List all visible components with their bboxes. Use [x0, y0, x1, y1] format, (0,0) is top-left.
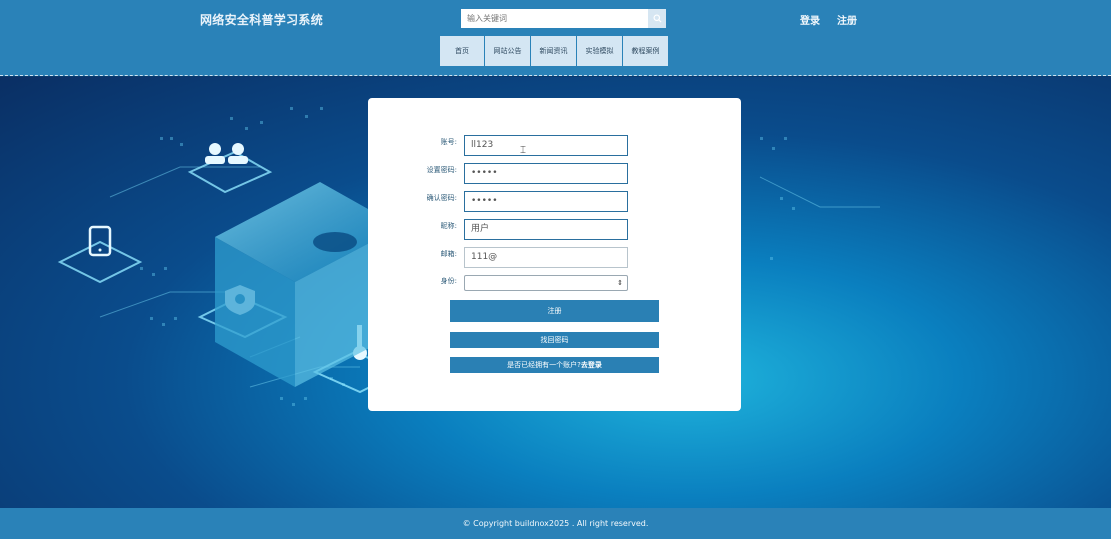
nav-item-home[interactable]: 首页 — [440, 36, 484, 66]
password-row: 设置密码: ••••• — [368, 163, 741, 184]
login-link-text: 去登录 — [580, 361, 602, 369]
email-label: 邮箱: — [440, 250, 457, 258]
site-footer: © Copyright buildnox2025 . All right res… — [0, 508, 1111, 539]
copyright-text: © Copyright buildnox2025 . All right res… — [462, 519, 649, 528]
register-button[interactable]: 注册 — [450, 300, 659, 322]
nickname-label: 昵称: — [440, 222, 457, 230]
confirm-password-input[interactable]: ••••• — [464, 191, 628, 212]
registration-card: 账号: ll123 设置密码: ••••• 确认密码: ••••• 昵称: 用户… — [368, 98, 741, 411]
search-input[interactable] — [461, 9, 648, 28]
account-label: 账号: — [440, 138, 457, 146]
search-icon — [652, 14, 662, 23]
main-nav: 首页 网站公告 新闻资讯 实验模拟 教程案例 — [440, 36, 668, 66]
user-group-icon — [205, 143, 248, 164]
password-label: 设置密码: — [426, 166, 457, 174]
login-link[interactable]: 登录 — [800, 12, 820, 27]
email-row: 邮箱: 111@ — [368, 247, 741, 268]
nickname-input[interactable]: 用户 — [464, 219, 628, 240]
nickname-row: 昵称: 用户 — [368, 219, 741, 240]
confirm-password-row: 确认密码: ••••• — [368, 191, 741, 212]
register-link[interactable]: 注册 — [837, 12, 857, 27]
email-input[interactable]: 111@ — [464, 247, 628, 268]
password-input[interactable]: ••••• — [464, 163, 628, 184]
search-button[interactable] — [648, 9, 666, 28]
account-input[interactable]: ll123 — [464, 135, 628, 156]
account-row: 账号: ll123 — [368, 135, 741, 156]
identity-label: 身份: — [440, 277, 457, 285]
nav-item-tutorials[interactable]: 教程案例 — [623, 36, 668, 66]
login-prompt-text: 是否已经拥有一个账户? — [507, 361, 581, 369]
search-bar — [461, 9, 666, 28]
text-cursor-icon: ⌶ — [520, 145, 526, 156]
confirm-password-label: 确认密码: — [426, 194, 457, 202]
forgot-password-button[interactable]: 找回密码 — [450, 332, 659, 348]
select-arrow-icon: ⇕ — [617, 279, 623, 287]
phone-tile — [57, 240, 143, 284]
site-header: 网络安全科普学习系统 登录 注册 首页 网站公告 新闻资讯 实验模拟 教程案例 — [0, 0, 1111, 76]
site-title: 网络安全科普学习系统 — [200, 13, 324, 27]
nav-item-news[interactable]: 新闻资讯 — [531, 36, 576, 66]
nav-item-experiments[interactable]: 实验模拟 — [577, 36, 622, 66]
go-login-button[interactable]: 是否已经拥有一个账户? 去登录 — [450, 357, 659, 373]
identity-row: 身份: ⇕ — [368, 275, 741, 295]
nav-item-announcements[interactable]: 网站公告 — [485, 36, 530, 66]
identity-select[interactable]: ⇕ — [464, 275, 628, 291]
